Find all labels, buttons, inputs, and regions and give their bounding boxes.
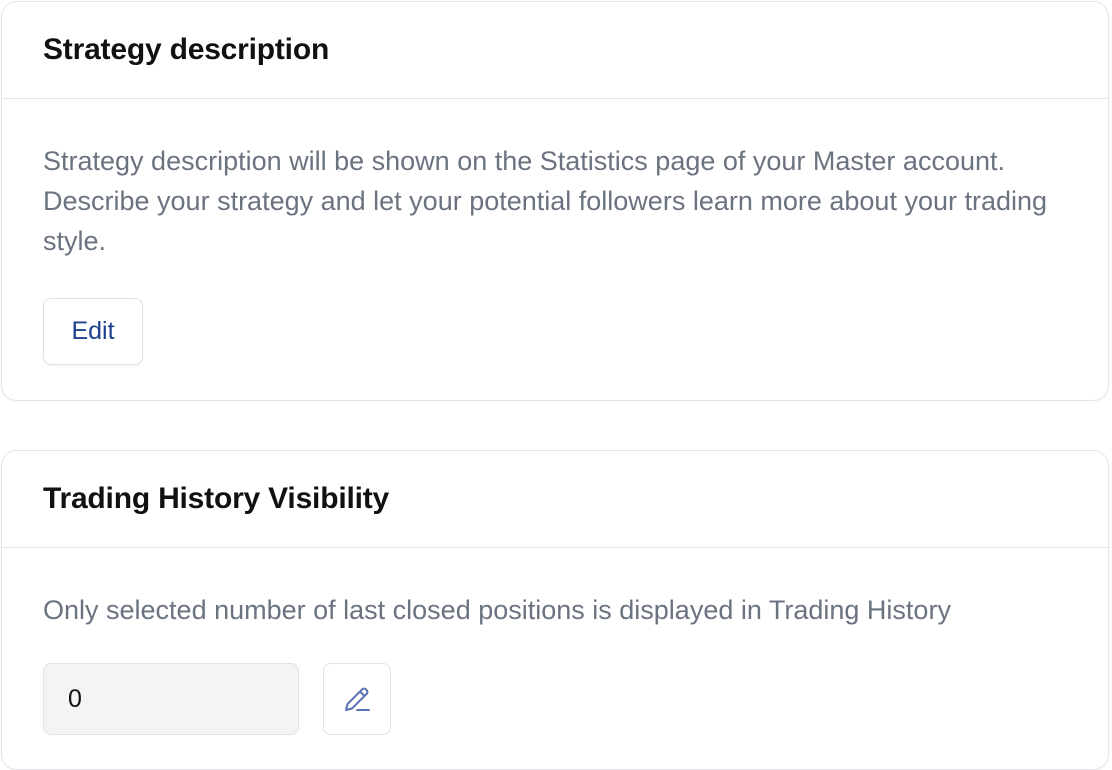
edit-strategy-button[interactable]: Edit (43, 298, 143, 365)
strategy-description-text: Strategy description will be shown on th… (43, 146, 1048, 256)
history-description-text: Only selected number of last closed posi… (43, 595, 951, 625)
strategy-card-title: Strategy description (43, 33, 330, 66)
history-card-title: Trading History Visibility (43, 482, 389, 515)
pencil-icon (341, 683, 373, 715)
strategy-description-card: Strategy description Strategy descriptio… (1, 1, 1109, 401)
positions-count-field[interactable] (43, 663, 299, 735)
history-card-body: Only selected number of last closed posi… (2, 548, 1108, 735)
edit-count-button[interactable] (323, 663, 391, 735)
history-card-header: Trading History Visibility (2, 451, 1108, 548)
strategy-card-body: Strategy description will be shown on th… (2, 99, 1108, 365)
history-controls-row (43, 663, 1067, 735)
trading-history-visibility-card: Trading History Visibility Only selected… (1, 450, 1109, 770)
strategy-card-header: Strategy description (2, 2, 1108, 99)
